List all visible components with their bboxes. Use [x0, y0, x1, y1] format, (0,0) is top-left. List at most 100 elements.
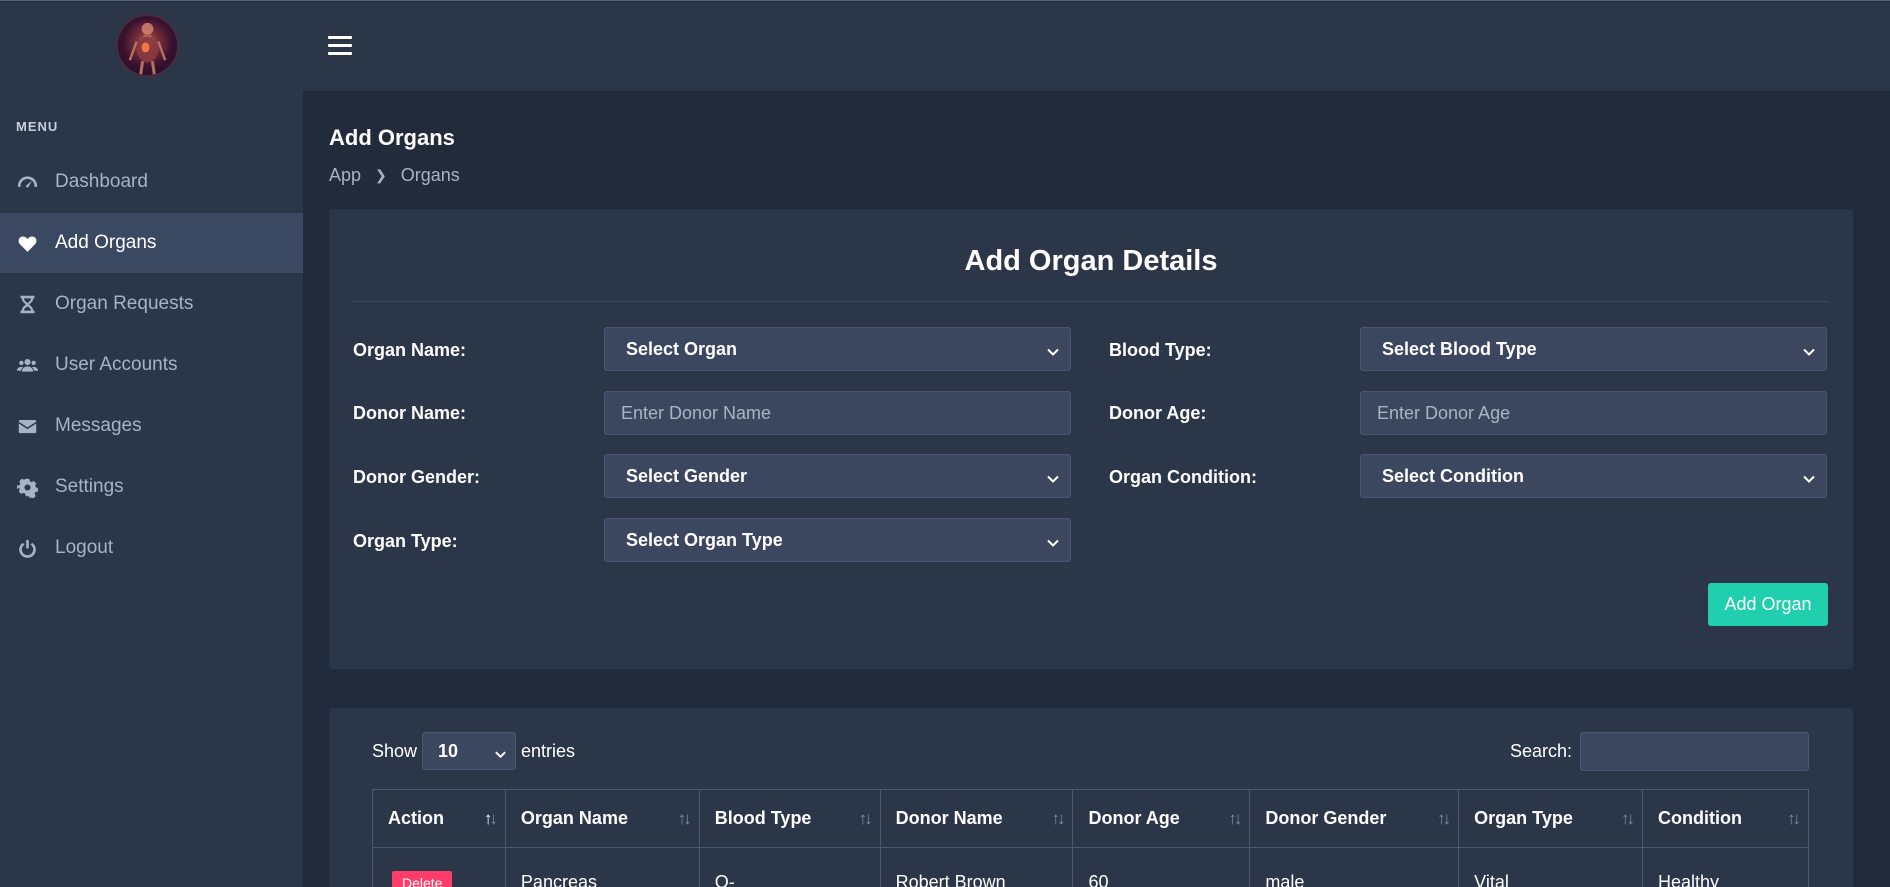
sidebar-item-messages[interactable]: Messages — [0, 396, 303, 456]
sidebar-item-logout[interactable]: Logout — [0, 518, 303, 578]
entries-length-control: Show 10 entries — [372, 732, 575, 770]
sort-icon: ↑↓ — [858, 809, 873, 828]
column-header-label: Condition — [1658, 808, 1742, 828]
column-header-label: Action — [388, 808, 444, 828]
column-header-action[interactable]: Action ↑↓ — [372, 789, 506, 848]
table-cell-condition: Healthy — [1642, 847, 1809, 887]
table-search: Search: — [1510, 732, 1809, 771]
column-header-condition[interactable]: Condition ↑↓ — [1642, 789, 1809, 848]
sidebar-item-label: Settings — [55, 476, 124, 497]
column-header-label: Donor Gender — [1265, 808, 1387, 828]
table-cell-organ-name: Pancreas — [504, 847, 700, 887]
sidebar-item-user-accounts[interactable]: User Accounts — [0, 335, 303, 395]
organ-condition-selected-value: Select Condition — [1382, 465, 1525, 486]
sidebar-item-label: Messages — [55, 415, 142, 436]
sort-icon: ↑↓ — [1787, 809, 1801, 828]
chevron-down-icon — [1802, 343, 1816, 357]
sidebar-item-settings[interactable]: Settings — [0, 457, 303, 517]
sidebar-item-organ-requests[interactable]: Organ Requests — [0, 274, 303, 334]
donor-name-input[interactable]: Enter Donor Name — [604, 391, 1071, 435]
donor-age-label: Donor Age: — [1109, 403, 1207, 423]
show-label: Show — [372, 740, 418, 761]
sort-icon: ↑↓ — [1228, 809, 1242, 828]
blood-type-selected-value: Select Blood Type — [1382, 338, 1537, 359]
donor-age-input[interactable]: Enter Donor Age — [1360, 391, 1827, 435]
add-organ-button[interactable]: Add Organ — [1708, 583, 1828, 626]
column-header-label: Blood Type — [714, 808, 812, 828]
form-title: Add Organ Details — [964, 245, 1218, 277]
organ-condition-select[interactable]: Select Condition — [1360, 454, 1827, 498]
chevron-down-icon — [494, 745, 507, 766]
table-cell-blood-type: O- — [698, 847, 881, 887]
organs-table: Action ↑↓ Organ Name ↑↓ Blood Type ↑↓ Donor… — [372, 789, 1809, 887]
hourglass-icon — [15, 293, 39, 315]
breadcrumb-item-organs: Organs — [400, 165, 460, 185]
menu-label: MENU — [16, 119, 59, 134]
organ-name-select[interactable]: Select Organ — [604, 327, 1071, 371]
column-header-donor-gender[interactable]: Donor Gender ↑↓ — [1249, 789, 1460, 848]
sort-icon: ↑↓ — [1621, 809, 1635, 828]
power-icon — [15, 537, 39, 559]
blood-type-label: Blood Type: — [1109, 340, 1212, 360]
donor-name-placeholder: Enter Donor Name — [621, 402, 772, 423]
sidebar-item-add-organs[interactable]: Add Organs — [0, 213, 303, 273]
sidebar: MENU Dashboard Add Organs Organ Requests… — [0, 2, 303, 887]
divider — [353, 301, 1829, 302]
chevron-down-icon — [1046, 343, 1060, 357]
delete-button[interactable]: Delete — [392, 871, 453, 887]
organ-name-selected-value: Select Organ — [626, 338, 738, 359]
gear-icon — [15, 476, 39, 498]
sidebar-nav: Dashboard Add Organs Organ Requests User… — [0, 152, 303, 579]
chevron-down-icon — [1046, 470, 1060, 484]
sidebar-item-label: Dashboard — [55, 171, 148, 192]
table-cell-organ-type: Vital — [1458, 847, 1643, 887]
sidebar-item-label: User Accounts — [55, 354, 178, 375]
donor-age-placeholder: Enter Donor Age — [1377, 402, 1511, 423]
sidebar-item-label: Organ Requests — [55, 293, 194, 314]
heart-icon — [15, 232, 39, 254]
column-header-organ-type[interactable]: Organ Type ↑↓ — [1458, 789, 1643, 848]
organ-type-selected-value: Select Organ Type — [626, 529, 783, 550]
app-logo[interactable] — [116, 14, 179, 77]
column-header-blood-type[interactable]: Blood Type ↑↓ — [698, 789, 881, 848]
gauge-icon — [15, 171, 39, 193]
sort-icon: ↑↓ — [1051, 809, 1065, 828]
column-header-donor-name[interactable]: Donor Name ↑↓ — [879, 789, 1074, 848]
entries-selected-value: 10 — [438, 740, 459, 761]
chevron-down-icon — [1802, 470, 1816, 484]
organ-condition-label: Organ Condition: — [1109, 467, 1257, 487]
column-header-label: Donor Name — [895, 808, 1003, 828]
organ-type-select[interactable]: Select Organ Type — [604, 518, 1071, 562]
donor-gender-selected-value: Select Gender — [626, 465, 748, 486]
table-cell-donor-gender: male — [1249, 847, 1460, 887]
breadcrumb-item-app[interactable]: App — [329, 165, 361, 186]
search-input[interactable] — [1580, 732, 1809, 771]
add-organ-form-card: Add Organ Details Organ Name: Select Org… — [329, 209, 1853, 669]
envelope-icon — [15, 415, 39, 437]
entries-select[interactable]: 10 — [422, 732, 517, 770]
organ-type-label: Organ Type: — [353, 531, 458, 551]
table-cell-action: Delete — [372, 847, 506, 887]
breadcrumb: App ❯ Organs — [329, 165, 460, 186]
sidebar-item-label: Logout — [55, 537, 114, 558]
sidebar-item-label: Add Organs — [55, 232, 157, 253]
sort-icon: ↑↓ — [1437, 809, 1451, 828]
blood-type-select[interactable]: Select Blood Type — [1360, 327, 1827, 371]
chevron-right-icon: ❯ — [375, 167, 387, 183]
entries-label: entries — [521, 740, 576, 761]
column-header-organ-name[interactable]: Organ Name ↑↓ — [504, 789, 700, 848]
table-cell-donor-age: 60 — [1072, 847, 1251, 887]
page-title: Add Organs — [329, 125, 455, 150]
organ-name-label: Organ Name: — [353, 340, 467, 360]
sort-icon: ↑↓ — [677, 809, 692, 828]
donor-gender-select[interactable]: Select Gender — [604, 454, 1071, 498]
table-row: Delete Pancreas O- Robert Brown 60 male … — [372, 847, 1809, 887]
chevron-down-icon — [1046, 534, 1060, 548]
hamburger-menu-icon[interactable] — [328, 36, 352, 56]
sort-icon: ↑↓ — [483, 809, 498, 828]
column-header-label: Donor Age — [1088, 808, 1180, 828]
search-label: Search: — [1509, 741, 1572, 761]
column-header-label: Organ Type — [1474, 808, 1573, 828]
column-header-donor-age[interactable]: Donor Age ↑↓ — [1072, 789, 1251, 848]
sidebar-item-dashboard[interactable]: Dashboard — [0, 152, 303, 212]
